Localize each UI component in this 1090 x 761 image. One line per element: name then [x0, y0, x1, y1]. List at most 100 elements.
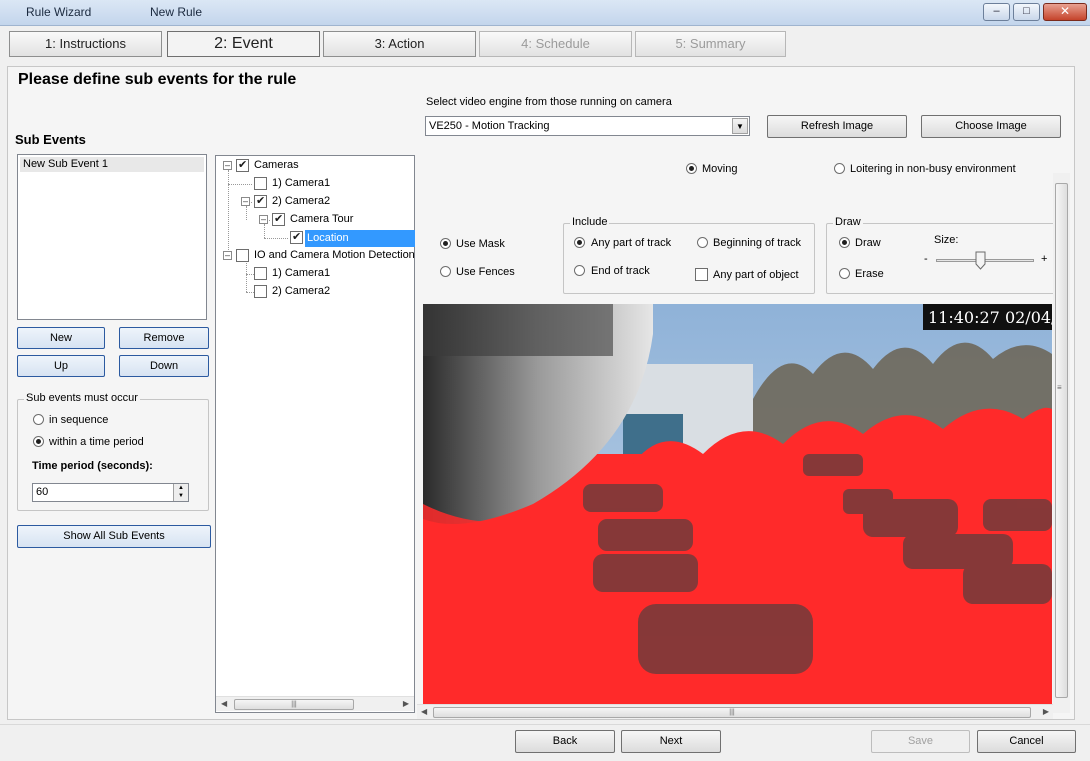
- tree-node-io-motion[interactable]: IO and Camera Motion Detection: [254, 249, 415, 261]
- loitering-radio[interactable]: [834, 163, 845, 174]
- window-title: Rule Wizard: [26, 5, 92, 19]
- size-label: Size:: [934, 234, 959, 246]
- tree-hscroll-thumb[interactable]: |||: [234, 699, 354, 710]
- tree-hscroll[interactable]: ◀ ||| ▶: [216, 696, 414, 711]
- show-all-sub-events-button[interactable]: Show All Sub Events: [17, 525, 211, 548]
- camera1-checkbox[interactable]: [254, 177, 267, 190]
- chevron-down-icon[interactable]: ▼: [732, 118, 748, 134]
- camera-tree[interactable]: – Cameras 1) Camera1 – 2) Camera2 – Came…: [215, 155, 415, 713]
- moving-radio[interactable]: [686, 163, 697, 174]
- page-heading: Please define sub events for the rule: [18, 71, 297, 88]
- maximize-button[interactable]: □: [1013, 3, 1040, 21]
- time-period-input[interactable]: 60 ▲ ▼: [32, 483, 189, 502]
- erase-label: Erase: [855, 268, 884, 280]
- preview-vscroll-thumb[interactable]: [1055, 183, 1068, 698]
- include-legend: Include: [570, 216, 610, 228]
- include-group: Include: [563, 216, 815, 294]
- next-button[interactable]: Next: [621, 730, 721, 753]
- use-fences-label: Use Fences: [456, 266, 515, 278]
- title-bar: Rule Wizard New Rule – □ ✕: [0, 0, 1090, 26]
- use-fences-radio[interactable]: [440, 266, 451, 277]
- io-camera1-checkbox[interactable]: [254, 267, 267, 280]
- io-camera2-checkbox[interactable]: [254, 285, 267, 298]
- tree-node-io-camera2[interactable]: 2) Camera2: [272, 285, 330, 297]
- close-icon: ✕: [1059, 4, 1071, 18]
- step-event[interactable]: 2: Event: [167, 31, 320, 57]
- time-period-seconds-label: Time period (seconds):: [32, 460, 153, 472]
- mask-region-left: [423, 504, 573, 704]
- maximize-icon: □: [1023, 5, 1030, 17]
- end-track-label: End of track: [591, 265, 650, 277]
- draw-radio[interactable]: [839, 237, 850, 248]
- scroll-right-icon[interactable]: ▶: [403, 699, 409, 708]
- camera2-checkbox[interactable]: [254, 194, 267, 208]
- preview-hscroll-thumb[interactable]: |||: [433, 707, 1031, 718]
- back-button[interactable]: Back: [515, 730, 615, 753]
- beginning-track-radio[interactable]: [697, 237, 708, 248]
- preview-vscroll[interactable]: ≡: [1053, 173, 1070, 713]
- in-sequence-radio[interactable]: [33, 414, 44, 425]
- collapse-cameras-icon[interactable]: –: [223, 161, 232, 170]
- moving-label: Moving: [702, 163, 738, 175]
- any-part-track-radio[interactable]: [574, 237, 585, 248]
- draw-legend: Draw: [833, 216, 863, 228]
- tree-node-io-camera1[interactable]: 1) Camera1: [272, 267, 330, 279]
- time-period-label: within a time period: [49, 436, 144, 448]
- any-part-object-checkbox[interactable]: [695, 268, 708, 281]
- tree-node-camera1[interactable]: 1) Camera1: [272, 177, 330, 189]
- size-slider-thumb[interactable]: [975, 251, 986, 270]
- close-button[interactable]: ✕: [1043, 3, 1087, 21]
- cancel-button[interactable]: Cancel: [977, 730, 1076, 753]
- down-button[interactable]: Down: [119, 355, 209, 377]
- in-sequence-label: in sequence: [49, 414, 109, 426]
- time-period-radio[interactable]: [33, 436, 44, 447]
- io-motion-checkbox[interactable]: [236, 249, 249, 262]
- location-checkbox[interactable]: [290, 230, 303, 244]
- choose-image-button[interactable]: Choose Image: [921, 115, 1061, 138]
- tree-node-camera2[interactable]: 2) Camera2: [272, 195, 330, 207]
- minimize-icon: –: [993, 5, 1000, 17]
- preview-scroll-right-icon[interactable]: ▶: [1043, 707, 1049, 716]
- step-action[interactable]: 3: Action: [323, 31, 476, 57]
- any-part-object-label: Any part of object: [713, 269, 799, 281]
- tree-node-camera-tour[interactable]: Camera Tour: [290, 213, 353, 225]
- camera-tour-checkbox[interactable]: [272, 212, 285, 226]
- preview-hscroll[interactable]: ◀ ||| ▶: [417, 704, 1053, 719]
- minimize-button[interactable]: –: [983, 3, 1010, 21]
- window-subtitle: New Rule: [150, 5, 203, 19]
- occur-legend: Sub events must occur: [24, 392, 140, 404]
- preview-scroll-left-icon[interactable]: ◀: [421, 707, 427, 716]
- new-button[interactable]: New: [17, 327, 105, 349]
- use-mask-label: Use Mask: [456, 238, 505, 250]
- end-track-radio[interactable]: [574, 265, 585, 276]
- spin-down-icon[interactable]: ▼: [173, 492, 188, 501]
- refresh-image-button[interactable]: Refresh Image: [767, 115, 907, 138]
- dome-shadow: [423, 304, 613, 356]
- up-button[interactable]: Up: [17, 355, 105, 377]
- engine-select[interactable]: VE250 - Motion Tracking ▼: [425, 116, 750, 136]
- sub-events-title: Sub Events: [15, 132, 86, 147]
- tree-node-location[interactable]: Location: [305, 230, 415, 247]
- save-button: Save: [871, 730, 970, 753]
- tree-node-cameras[interactable]: Cameras: [254, 159, 299, 171]
- collapse-camera2-icon[interactable]: –: [241, 197, 250, 206]
- collapse-io-icon[interactable]: –: [223, 251, 232, 260]
- video-timestamp: 11:40:27 02/04/201: [928, 308, 1052, 327]
- beginning-track-label: Beginning of track: [713, 237, 802, 249]
- step-instructions[interactable]: 1: Instructions: [9, 31, 162, 57]
- erase-radio[interactable]: [839, 268, 850, 279]
- draw-label: Draw: [855, 237, 881, 249]
- use-mask-radio[interactable]: [440, 238, 451, 249]
- collapse-camera-tour-icon[interactable]: –: [259, 215, 268, 224]
- cameras-checkbox[interactable]: [236, 158, 249, 172]
- sub-events-list[interactable]: New Sub Event 1: [17, 154, 207, 320]
- any-part-track-label: Any part of track: [591, 237, 672, 249]
- remove-button[interactable]: Remove: [119, 327, 209, 349]
- engine-selected-value: VE250 - Motion Tracking: [429, 120, 550, 132]
- sub-event-item[interactable]: New Sub Event 1: [20, 157, 204, 172]
- size-plus: +: [1041, 253, 1048, 265]
- camera-preview[interactable]: 11:40:27 02/04/201: [423, 304, 1052, 704]
- scroll-left-icon[interactable]: ◀: [221, 699, 227, 708]
- step-summary: 5: Summary: [635, 31, 786, 57]
- step-schedule: 4: Schedule: [479, 31, 632, 57]
